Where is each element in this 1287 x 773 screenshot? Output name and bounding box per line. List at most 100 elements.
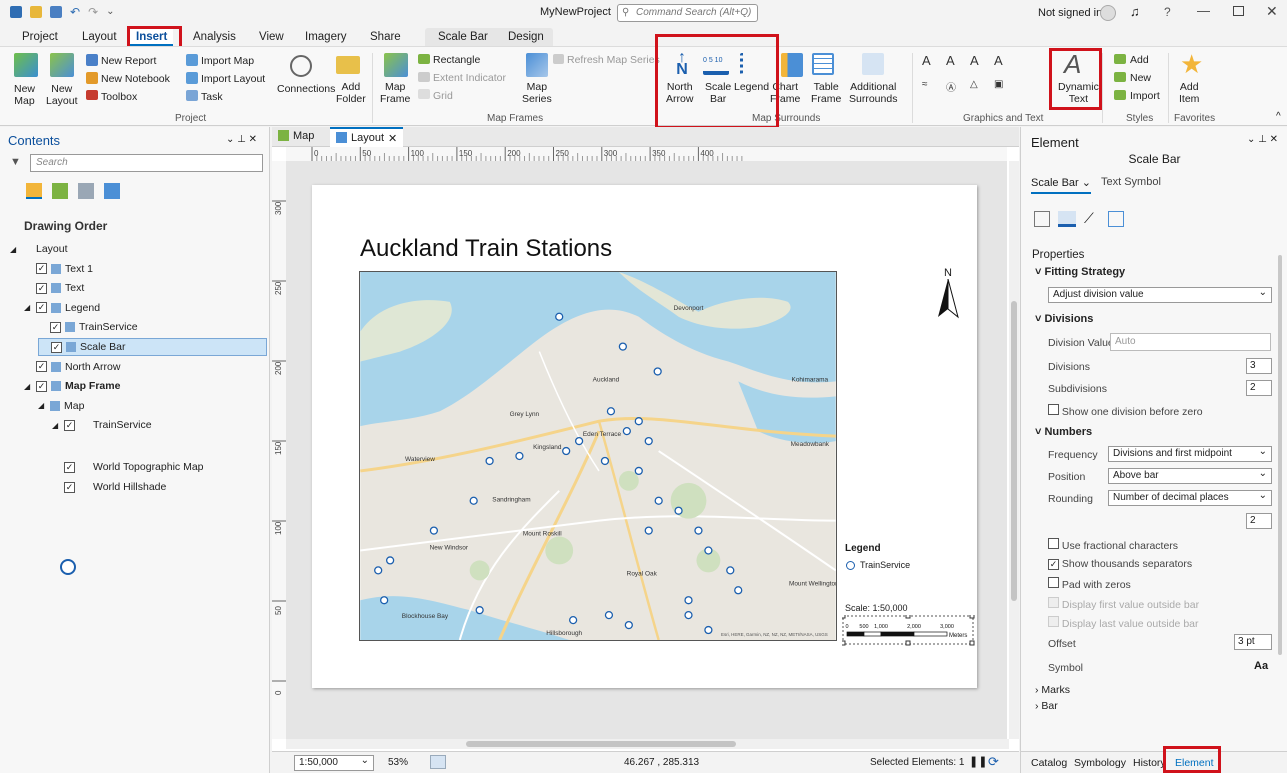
tab-layout[interactable]: Layout <box>76 29 123 46</box>
scale-selector[interactable]: 1:50,000 <box>294 754 374 771</box>
tab-analysis[interactable]: Analysis <box>187 29 242 46</box>
vertical-scrollbar[interactable] <box>1009 161 1019 739</box>
add-folder-button[interactable]: Add Folder <box>336 81 366 105</box>
visibility-checkbox[interactable]: ✓ <box>36 361 47 373</box>
tab-imagery[interactable]: Imagery <box>299 29 353 46</box>
expand-icon[interactable]: ◢ <box>10 245 18 254</box>
tab-share[interactable]: Share <box>364 29 407 46</box>
import-style-button[interactable]: Import <box>1130 90 1160 102</box>
import-layout-button[interactable]: Import Layout <box>201 73 265 85</box>
tree-item[interactable]: ◢ ✓ Legend <box>24 299 100 317</box>
legend-title[interactable]: Legend <box>845 543 881 554</box>
save-project-icon[interactable] <box>50 6 62 18</box>
frequency-dropdown[interactable]: Divisions and first midpoint <box>1108 445 1272 462</box>
map-series-button[interactable]: Map Series <box>522 81 552 105</box>
text-rect-icon[interactable]: A <box>970 53 994 77</box>
division-value-input[interactable]: Auto <box>1110 333 1271 351</box>
visibility-checkbox[interactable]: ✓ <box>36 302 47 314</box>
pane-options-icon[interactable]: ⌄ ⊥ ✕ <box>1247 134 1278 145</box>
tree-item[interactable]: ✓ World Topographic Map <box>52 458 204 476</box>
scale-bar-properties-icon[interactable] <box>1058 211 1076 227</box>
divisions-stepper[interactable]: 3 <box>1246 358 1272 374</box>
list-by-source-icon[interactable] <box>52 183 68 199</box>
show-one-division-checkbox[interactable]: Show one division before zero <box>1048 404 1203 418</box>
filter-icon[interactable]: ▼ <box>10 156 21 168</box>
extent-indicator-button[interactable]: Extent Indicator <box>433 72 506 84</box>
minimize-icon[interactable]: — <box>1197 3 1210 18</box>
customize-toolbar-icon[interactable]: ⌄ <box>106 6 114 20</box>
fitting-strategy-heading[interactable]: ˅ Fitting Strategy <box>1035 266 1125 278</box>
offset-stepper[interactable]: 3 pt <box>1234 634 1272 650</box>
drawing-order-icon[interactable] <box>26 183 42 199</box>
map-frame-button[interactable]: Map Frame <box>380 81 410 105</box>
add-item-button[interactable]: Add Item <box>1179 81 1199 105</box>
close-icon[interactable]: ✕ <box>1266 3 1278 20</box>
refresh-map-series-button[interactable]: Refresh Map Series <box>567 54 660 66</box>
notifications-icon[interactable]: ♫ <box>1130 4 1140 19</box>
divisions-heading[interactable]: ˅ Divisions <box>1035 313 1093 325</box>
expand-icon[interactable]: ◢ <box>24 303 32 312</box>
layout-page[interactable]: Auckland Train Stations Devonport Aucklan… <box>312 185 977 688</box>
tree-item[interactable]: ✓ North Arrow <box>24 358 120 376</box>
tab-scale-bar-properties[interactable]: Scale Bar ⌄ <box>1031 176 1091 194</box>
show-thousands-checkbox[interactable]: ✓ Show thousands separators <box>1048 558 1192 570</box>
tab-project[interactable]: Project <box>16 29 64 46</box>
add-style-button[interactable]: Add <box>1130 54 1149 66</box>
use-fractional-checkbox[interactable]: Use fractional characters <box>1048 538 1178 552</box>
help-icon[interactable]: ? <box>1164 5 1171 19</box>
tree-item[interactable]: ✓ Text <box>24 279 84 297</box>
maximize-icon[interactable] <box>1233 6 1244 16</box>
circle-text-icon[interactable]: Ⓐ <box>946 79 970 103</box>
pad-zeros-checkbox[interactable]: Pad with zeros <box>1048 577 1131 591</box>
new-report-button[interactable]: New Report <box>101 55 156 67</box>
decimal-places-stepper[interactable]: 2 <box>1246 513 1272 529</box>
tree-item[interactable]: ◢ Layout <box>10 240 68 258</box>
tab-scale-bar[interactable]: Scale Bar <box>432 29 494 46</box>
tab-design[interactable]: Design <box>502 29 550 46</box>
legend-item[interactable]: TrainService <box>846 560 910 570</box>
zoom-level[interactable]: 53% <box>388 757 408 768</box>
tab-map-view[interactable]: Map <box>278 130 314 142</box>
pause-drawing-icon[interactable]: ❚❚ <box>969 755 987 768</box>
element-scrollbar[interactable] <box>1278 245 1284 725</box>
fitting-strategy-dropdown[interactable]: Adjust division value <box>1048 286 1272 303</box>
table-frame-button[interactable]: Table Frame <box>811 81 841 105</box>
numbers-heading[interactable]: ˅ Numbers <box>1035 426 1092 438</box>
graphics-gallery[interactable]: A A A A ≈ Ⓐ △ ▣ <box>922 53 1042 103</box>
visibility-checkbox[interactable]: ✓ <box>64 461 75 473</box>
element-scroll-thumb[interactable] <box>1278 255 1282 655</box>
position-dropdown[interactable]: Above bar <box>1108 467 1272 484</box>
subdivisions-stepper[interactable]: 2 <box>1246 380 1272 396</box>
toolbox-button[interactable]: Toolbox <box>101 91 137 103</box>
visibility-checkbox[interactable]: ✓ <box>36 263 47 275</box>
north-arrow-element[interactable]: N <box>933 267 963 327</box>
symbol-preview[interactable]: Aa <box>1254 660 1268 672</box>
visibility-checkbox[interactable]: ✓ <box>51 341 62 353</box>
tab-catalog[interactable]: Catalog <box>1031 757 1067 769</box>
task-button[interactable]: Task <box>201 91 223 103</box>
expand-icon[interactable]: ◢ <box>24 382 32 391</box>
polygon-text-icon[interactable]: △ <box>970 79 994 103</box>
tab-view[interactable]: View <box>253 29 290 46</box>
tree-item[interactable]: ◢ ✓ TrainService <box>52 416 152 434</box>
tree-item[interactable]: ✓ Scale Bar <box>38 338 267 356</box>
undo-icon[interactable]: ↶ <box>70 6 80 20</box>
tab-history[interactable]: History <box>1133 757 1166 769</box>
display-first-checkbox[interactable]: Display first value outside bar <box>1048 597 1199 611</box>
redo-icon[interactable]: ↷ <box>88 6 98 20</box>
tree-item[interactable]: ✓ World Hillshade <box>52 478 166 496</box>
grid-button[interactable]: Grid <box>433 90 453 102</box>
command-search-input[interactable]: ⚲ Command Search (Alt+Q) <box>617 4 758 22</box>
marks-section[interactable]: › Marks <box>1035 684 1070 696</box>
tab-symbology[interactable]: Symbology <box>1074 757 1126 769</box>
expand-icon[interactable]: ◢ <box>38 401 46 410</box>
horizontal-scrollbar[interactable] <box>286 739 1009 749</box>
curved-text-icon[interactable]: ≈ <box>922 79 946 103</box>
visibility-checkbox[interactable]: ✓ <box>50 321 61 333</box>
collapse-ribbon-icon[interactable]: ^ <box>1276 111 1281 122</box>
bar-section[interactable]: › Bar <box>1035 700 1058 712</box>
tab-layout-view[interactable]: Layout ✕ <box>330 127 404 147</box>
text-tool-icon[interactable]: A <box>922 53 946 77</box>
expand-icon[interactable]: ◢ <box>52 421 60 430</box>
contents-search-input[interactable]: Search <box>30 154 263 172</box>
